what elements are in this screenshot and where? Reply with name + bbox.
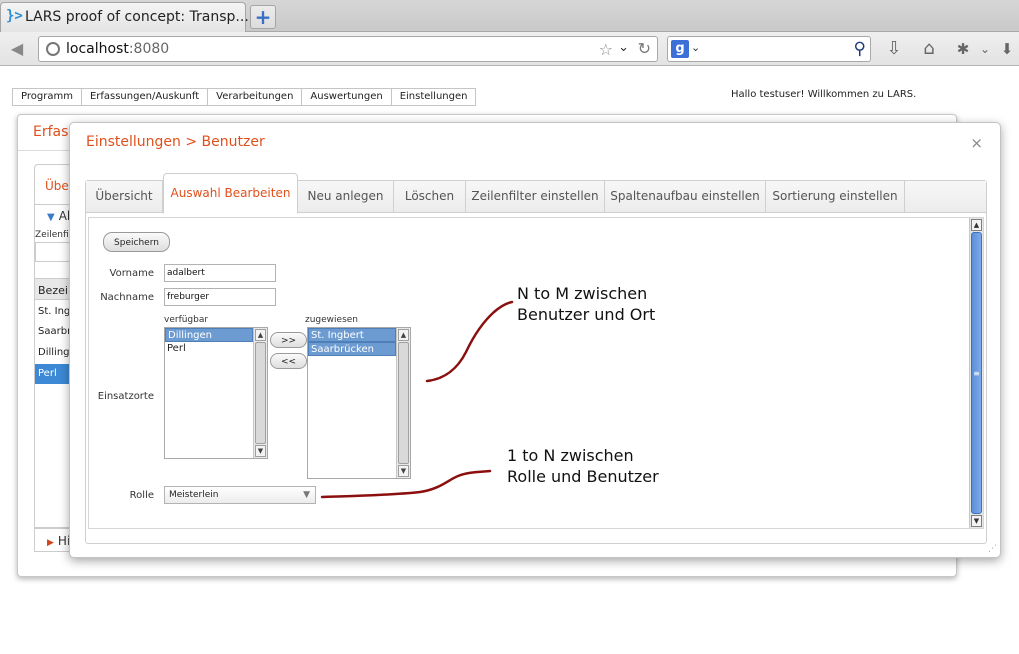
list-item[interactable]: Perl xyxy=(165,342,253,356)
scroll-down-icon[interactable]: ▼ xyxy=(255,445,266,457)
assigned-list[interactable]: St. Ingbert Saarbrücken ▲ ▼ xyxy=(307,327,411,479)
annotation-1-to-n-line1: 1 to N zwischen xyxy=(507,446,634,465)
vorname-field[interactable]: adalbert xyxy=(164,264,276,282)
tab-container: Übersicht Auswahl Bearbeiten Neu anlegen… xyxy=(85,173,987,544)
panel-scrollbar[interactable]: ▲ ≡ ▼ xyxy=(969,218,983,528)
user-settings-dialog: Einstellungen > Benutzer × Übersicht Aus… xyxy=(69,122,1001,558)
tab-spaltenaufbau[interactable]: Spaltenaufbau einstellen xyxy=(605,181,766,213)
triangle-down-icon: ▼ xyxy=(47,212,55,223)
browser-tabstrip: }> LARS proof of concept: Transp... + xyxy=(0,0,1019,32)
menu-einstellungen[interactable]: Einstellungen xyxy=(391,89,476,105)
background-accordion-header[interactable]: ▼ Al xyxy=(47,209,70,223)
home-icon[interactable]: ⌂ xyxy=(916,37,942,61)
welcome-message: Hallo testuser! Willkommen zu LARS. xyxy=(731,89,917,100)
app-menubar: Programm Erfassungen/Auskunft Verarbeitu… xyxy=(12,88,477,106)
rolle-label: Rolle xyxy=(129,490,154,501)
url-host: localhost xyxy=(66,41,129,57)
search-bar[interactable]: g ⌄ ⚲ xyxy=(667,36,871,62)
resize-grip-icon[interactable]: ⋰ xyxy=(988,545,998,555)
tab-zeilenfilter[interactable]: Zeilenfilter einstellen xyxy=(466,181,605,213)
menu-erfassungen-auskunft[interactable]: Erfassungen/Auskunft xyxy=(81,89,209,105)
tab-neu-anlegen[interactable]: Neu anlegen xyxy=(298,181,394,213)
list-item[interactable]: Saarbrücken xyxy=(308,342,396,356)
annotation-n-to-m-line1: N to M zwischen xyxy=(517,284,648,303)
rolle-select[interactable]: Meisterlein ▼ xyxy=(164,486,316,504)
save-button[interactable]: Speichern xyxy=(103,232,170,252)
dialog-title: Einstellungen > Benutzer xyxy=(86,134,265,150)
download-arrow-icon[interactable]: ⇩ xyxy=(881,37,907,61)
tab-loeschen[interactable]: Löschen xyxy=(394,181,466,213)
available-list-scrollbar[interactable]: ▲ ▼ xyxy=(253,328,267,458)
google-icon[interactable]: g xyxy=(671,40,689,58)
menu-programm[interactable]: Programm xyxy=(13,89,82,105)
remove-location-button[interactable]: << xyxy=(270,353,307,369)
menu-auswertungen[interactable]: Auswertungen xyxy=(302,89,392,105)
scroll-up-icon[interactable]: ▲ xyxy=(398,329,409,341)
einsatzorte-label: Einsatzorte xyxy=(97,391,154,402)
download-tray-icon[interactable]: ⬇ xyxy=(994,37,1019,61)
tab-uebersicht[interactable]: Übersicht xyxy=(86,181,163,213)
browser-tab[interactable]: }> LARS proof of concept: Transp... xyxy=(0,2,249,32)
bookmark-star-icon[interactable]: ☆ xyxy=(599,40,613,59)
menu-verarbeitungen[interactable]: Verarbeitungen xyxy=(208,89,303,105)
browser-navbar: ◀ localhost:8080 ☆ ⌄ ↻ g ⌄ ⚲ ⇩ ⌂ ✱ ⌄ ⬇ xyxy=(0,32,1019,66)
tab-auswahl-bearbeiten[interactable]: Auswahl Bearbeiten xyxy=(163,173,298,214)
url-history-chevron-icon[interactable]: ⌄ xyxy=(618,40,629,55)
reload-icon[interactable]: ↻ xyxy=(638,39,651,58)
scroll-down-icon[interactable]: ▼ xyxy=(971,515,982,527)
search-engine-chevron-icon[interactable]: ⌄ xyxy=(691,41,700,54)
back-button[interactable]: ◀ xyxy=(4,37,30,61)
annotation-n-to-m-line2: Benutzer und Ort xyxy=(517,305,656,324)
close-icon[interactable]: × xyxy=(970,134,983,152)
triangle-right-icon: ▶ xyxy=(47,538,54,548)
list-item[interactable]: St. Ingbert xyxy=(308,328,396,342)
scroll-down-icon[interactable]: ▼ xyxy=(398,465,409,477)
add-location-button[interactable]: >> xyxy=(270,332,307,348)
annotation-1-to-n-line2: Rolle und Benutzer xyxy=(507,467,659,486)
nachname-label: Nachname xyxy=(100,292,154,303)
assigned-label: zugewiesen xyxy=(305,315,359,325)
vorname-label: Vorname xyxy=(109,268,154,279)
rolle-selected-value: Meisterlein xyxy=(169,490,219,500)
assigned-list-scrollbar[interactable]: ▲ ▼ xyxy=(396,328,410,478)
url-port: :8080 xyxy=(128,41,170,57)
tab-bar: Übersicht Auswahl Bearbeiten Neu anlegen… xyxy=(86,173,986,214)
background-filter-label: Zeilenfil xyxy=(35,230,72,240)
lars-favicon-icon: }> xyxy=(6,8,23,24)
nachname-field[interactable]: freburger xyxy=(164,288,276,306)
annotation-n-to-m: N to M zwischen Benutzer und Ort xyxy=(517,283,655,325)
available-label: verfügbar xyxy=(164,315,209,325)
search-icon[interactable]: ⚲ xyxy=(854,39,866,59)
url-bar[interactable]: localhost:8080 ☆ ⌄ ↻ xyxy=(38,36,658,62)
back-arrow-icon: ◀ xyxy=(10,39,24,58)
annotation-1-to-n: 1 to N zwischen Rolle und Benutzer xyxy=(507,445,659,487)
scroll-thumb[interactable]: ≡ xyxy=(971,232,982,514)
scroll-up-icon[interactable]: ▲ xyxy=(971,219,982,231)
scroll-up-icon[interactable]: ▲ xyxy=(255,329,266,341)
url-text: localhost:8080 xyxy=(66,41,169,57)
list-item[interactable]: Dillingen xyxy=(165,328,253,342)
browser-tab-title: LARS proof of concept: Transp... xyxy=(25,9,249,25)
chevron-down-icon: ▼ xyxy=(303,490,310,500)
tab-sortierung[interactable]: Sortierung einstellen xyxy=(766,181,905,213)
available-list[interactable]: Dillingen Perl ▲ ▼ xyxy=(164,327,268,459)
new-tab-button[interactable]: + xyxy=(250,5,276,29)
globe-icon xyxy=(46,42,60,56)
